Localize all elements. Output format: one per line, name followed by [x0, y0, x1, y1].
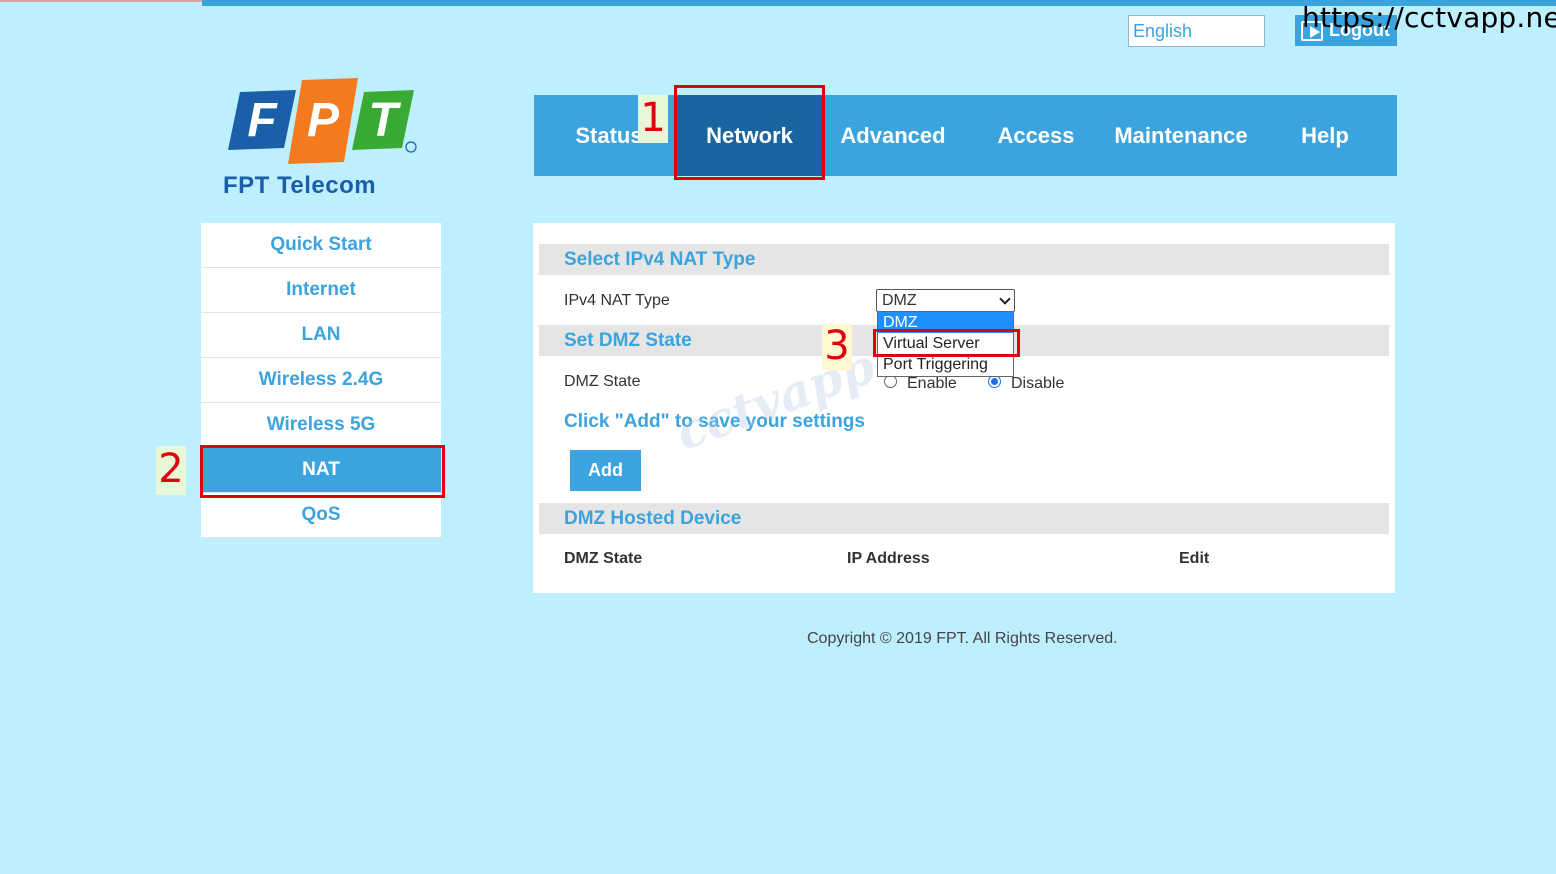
nav-help[interactable]: Help [1286, 95, 1364, 176]
step-3-marker: 3 [822, 324, 852, 370]
registered-mark-icon [405, 141, 417, 153]
sidebar-item-quick-start[interactable]: Quick Start [201, 223, 441, 268]
step-1-marker: 1 [638, 95, 668, 143]
logo-p-tile: P [288, 78, 358, 164]
dmz-state-label: DMZ State [564, 373, 641, 390]
language-select[interactable]: English [1128, 15, 1265, 47]
copyright-text: Copyright © 2019 FPT. All Rights Reserve… [807, 630, 1118, 647]
highlight-nat [200, 445, 445, 498]
sidebar-item-qos[interactable]: QoS [201, 493, 441, 538]
sidebar-item-wireless-5g[interactable]: Wireless 5G [201, 403, 441, 448]
logo-f-tile: F [228, 90, 296, 150]
nav-access[interactable]: Access [980, 95, 1092, 176]
nav-maintenance[interactable]: Maintenance [1106, 95, 1256, 176]
main-panel: Select IPv4 NAT Type IPv4 NAT Type Set D… [533, 223, 1395, 593]
col-edit: Edit [1179, 550, 1210, 567]
highlight-virtual-server [873, 329, 1020, 357]
add-button[interactable]: Add [570, 450, 641, 491]
nat-type-value: DMZ [882, 292, 917, 309]
sidebar-item-internet[interactable]: Internet [201, 268, 441, 313]
col-ip-address: IP Address [847, 550, 930, 567]
highlight-network [674, 85, 825, 180]
section-select-nat-type: Select IPv4 NAT Type [539, 244, 1389, 275]
col-dmz-state: DMZ State [564, 550, 643, 567]
dmz-enable-label: Enable [907, 375, 957, 392]
chevron-down-icon [999, 293, 1011, 305]
watermark-url: https://cctvapp.net [1302, 1, 1556, 34]
dmz-disable-label: Disable [1011, 375, 1065, 392]
logo-letter-f: F [247, 94, 278, 147]
top-accent-line [0, 0, 202, 2]
sidebar-item-lan[interactable]: LAN [201, 313, 441, 358]
nav-advanced[interactable]: Advanced [830, 95, 956, 176]
nat-type-select[interactable]: DMZ [876, 289, 1015, 312]
logo-letter-p: P [307, 94, 340, 147]
step-2-marker: 2 [156, 446, 186, 495]
section-dmz-hosted-device: DMZ Hosted Device [539, 503, 1389, 534]
logo-caption: FPT Telecom [223, 172, 377, 199]
option-port-triggering[interactable]: Port Triggering [878, 354, 1013, 375]
logo-letter-t: T [368, 94, 401, 147]
sidebar-item-wireless-24g[interactable]: Wireless 2.4G [201, 358, 441, 403]
logo-t-tile: T [352, 90, 414, 150]
nat-type-label: IPv4 NAT Type [564, 292, 670, 309]
